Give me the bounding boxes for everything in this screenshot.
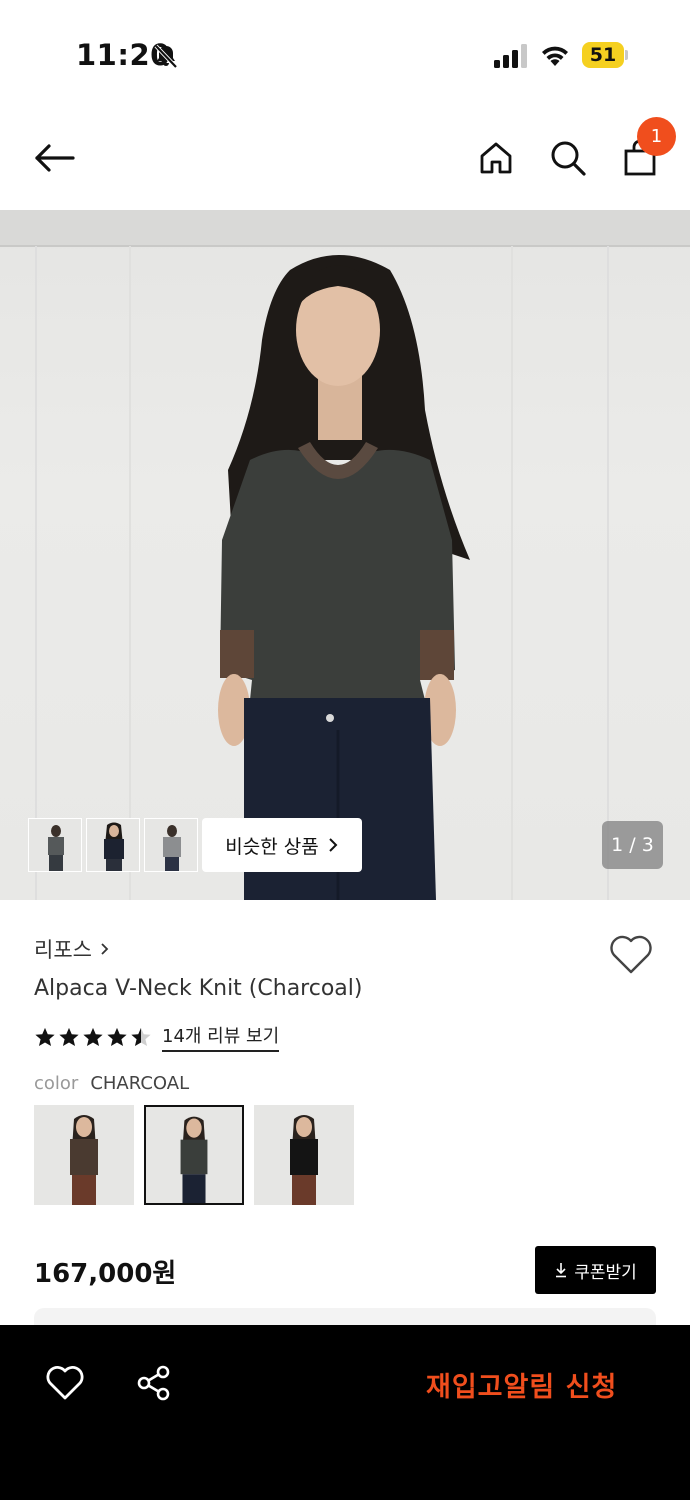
coupon-download-button[interactable]: 쿠폰받기: [535, 1246, 656, 1294]
product-image-gallery[interactable]: 비슷한 상품 1 / 3: [0, 210, 690, 900]
product-page: 11:20 51 1 비슷한 상품 1 / 3 리포스 Alpaca V-Nec…: [0, 0, 690, 1500]
bell-off-icon: [154, 44, 178, 69]
search-button[interactable]: [544, 134, 592, 182]
status-bar: 11:20 51: [0, 0, 690, 100]
bottom-action-bar: 재입고알림 신청: [0, 1325, 690, 1500]
back-arrow-icon: [35, 144, 75, 172]
color-label: color: [34, 1073, 79, 1094]
review-link[interactable]: 14개 리뷰 보기: [162, 1022, 280, 1052]
image-pager: 1 / 3: [602, 821, 663, 869]
coupon-label: 쿠폰받기: [574, 1262, 637, 1283]
wifi-icon: [542, 46, 568, 66]
wishlist-heart-icon[interactable]: [44, 1363, 86, 1403]
top-nav: [0, 100, 690, 210]
search-icon: [551, 141, 586, 176]
gallery-thumbnail[interactable]: [28, 818, 82, 872]
gallery-thumbnail[interactable]: [144, 818, 198, 872]
star-rating: [34, 1026, 152, 1048]
star-full-icon: [59, 1027, 79, 1046]
restock-alert-button[interactable]: 재입고알림 신청: [426, 1365, 617, 1404]
home-button[interactable]: [472, 134, 520, 182]
color-swatch-brown[interactable]: [34, 1105, 134, 1205]
star-half-icon: [131, 1027, 151, 1046]
gallery-thumbnail[interactable]: [86, 818, 140, 872]
star-full-icon: [83, 1027, 103, 1046]
star-full-icon: [107, 1027, 127, 1046]
chevron-right-icon: [101, 943, 109, 955]
product-price: 167,000원: [34, 1259, 177, 1289]
color-swatch-black[interactable]: [254, 1105, 354, 1205]
wishlist-heart-icon[interactable]: [608, 932, 654, 976]
chevron-right-icon: [329, 838, 338, 852]
download-icon: [556, 1263, 567, 1278]
similar-products-button[interactable]: 비슷한 상품: [202, 818, 362, 872]
product-name: Alpaca V-Neck Knit (Charcoal): [34, 976, 363, 1001]
cart-count-badge: 1: [637, 117, 676, 156]
color-row: color CHARCOAL: [34, 1073, 189, 1094]
home-icon: [480, 142, 512, 174]
color-swatch-charcoal[interactable]: [144, 1105, 244, 1205]
rating-row: 14개 리뷰 보기: [34, 1022, 280, 1052]
similar-products-label: 비슷한 상품: [225, 835, 319, 858]
share-icon[interactable]: [134, 1363, 174, 1403]
battery-level: 51: [582, 42, 624, 68]
brand-name: 리포스: [34, 938, 92, 962]
star-full-icon: [35, 1027, 55, 1046]
back-button[interactable]: [30, 134, 78, 182]
color-value: CHARCOAL: [90, 1073, 190, 1094]
cellular-signal-icon: [494, 44, 527, 68]
product-photo: [0, 210, 690, 900]
brand-link[interactable]: 리포스: [34, 934, 110, 964]
battery-icon: 51: [582, 42, 628, 68]
